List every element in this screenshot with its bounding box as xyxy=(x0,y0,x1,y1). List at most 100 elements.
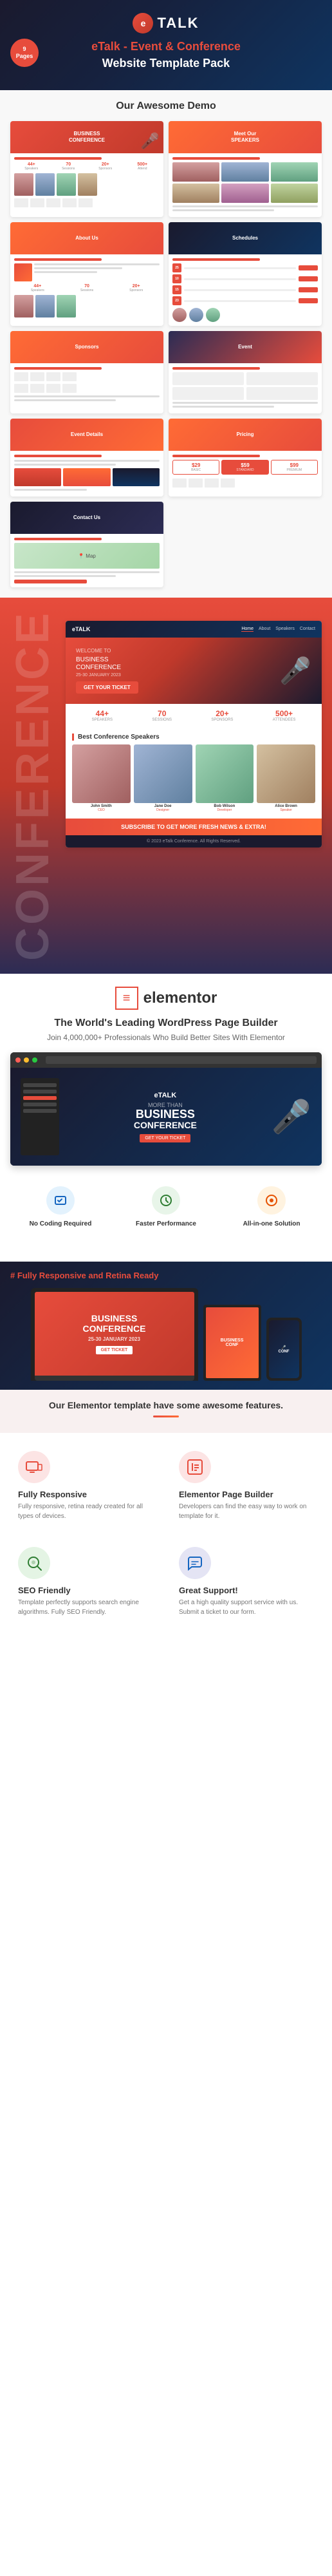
tablet-content: BUSINESSCONF xyxy=(221,1338,244,1347)
hero-logo: e TALK xyxy=(10,13,322,33)
seo-feature-desc: Template perfectly supports search engin… xyxy=(18,1598,153,1617)
demo-card-speakers-preview[interactable]: Meet OurSPEAKERS xyxy=(169,121,322,217)
logo-brand: TALK xyxy=(157,15,199,32)
demo-pricing-text: Pricing xyxy=(234,429,256,440)
about-persons xyxy=(14,295,160,317)
hero-cta-button[interactable]: GET YOUR TICKET xyxy=(76,681,138,694)
speaker-prev-2 xyxy=(221,162,268,182)
demo-schedules-content: 25 10 15 23 xyxy=(169,254,322,326)
mic-icon: 🎤 xyxy=(140,132,160,151)
price-box-3: $99 PREMIUM xyxy=(271,460,318,475)
demo-title: Our Awesome Demo xyxy=(10,100,322,112)
demo-home-persons xyxy=(14,173,160,196)
feature-responsive: Fully Responsive Fully responsive, retin… xyxy=(10,1443,161,1529)
demo-speakers-text: Meet OurSPEAKERS xyxy=(228,128,262,147)
feature-elementor: Elementor Page Builder Developers can fi… xyxy=(171,1443,322,1529)
nav-speakers[interactable]: Speakers xyxy=(275,627,295,632)
demo-card-event[interactable]: Event xyxy=(169,331,322,413)
laptop-screen-content: BUSINESSCONFERENCE 25-30 JANUARY 2023 GE… xyxy=(82,1313,145,1354)
pricing-sponsors xyxy=(172,478,318,488)
tablet-screen: BUSINESSCONF xyxy=(206,1307,259,1378)
feature-support: Great Support! Get a high quality suppor… xyxy=(171,1539,322,1625)
browser-heading2: BUSINESS xyxy=(69,1108,261,1120)
event-details-line3 xyxy=(14,489,87,491)
demo-card-pricing[interactable]: Pricing $29 BASIC $59 STANDARD $99 PREMI… xyxy=(169,419,322,497)
event-detail-img2 xyxy=(63,468,110,486)
device-preview: BUSINESSCONFERENCE 25-30 JANUARY 2023 GE… xyxy=(10,1288,322,1381)
conference-content: eTALK Home About Speakers Contact WELCOM… xyxy=(66,611,332,961)
demo-card-contact[interactable]: Contact Us 📍 Map xyxy=(10,502,163,587)
elementor-feature-icon xyxy=(179,1451,211,1483)
demo-person-1 xyxy=(14,173,33,196)
elementor-feature-desc: Developers can find the easy way to work… xyxy=(179,1502,314,1521)
responsive-feature-title: Fully Responsive xyxy=(18,1490,153,1499)
price-box-2: $59 STANDARD xyxy=(221,460,268,475)
nav-home[interactable]: Home xyxy=(241,627,254,632)
demo-home-bar xyxy=(14,157,102,160)
demo-speakers-header: Meet OurSPEAKERS xyxy=(169,121,322,153)
demo-event-bar xyxy=(172,367,260,370)
nav-about[interactable]: About xyxy=(259,627,270,632)
responsive-section: # Fully Responsive and Retina Ready BUSI… xyxy=(0,1262,332,1390)
demo-card-event-details[interactable]: Event Details xyxy=(10,419,163,497)
best-speakers-section: Best Conference Speakers John Smith CEO … xyxy=(66,727,322,819)
logo-letter: e xyxy=(141,18,146,28)
price-boxes-row: $29 BASIC $59 STANDARD $99 PREMIUM xyxy=(172,460,318,475)
orange-subscribe-bar: SUBSCRIBE TO GET MORE FRESH NEWS & EXTRA… xyxy=(66,819,322,835)
about-text-lines xyxy=(34,263,160,281)
demo-card-home[interactable]: BUSINESSCONFERENCE 🎤 44+ Speakers 70 Ses… xyxy=(10,121,163,217)
demo-card-sponsors[interactable]: Sponsors xyxy=(10,331,163,413)
nav-contact[interactable]: Contact xyxy=(300,627,315,632)
browser-preview: eTALK MORE THAN BUSINESS CONFERENCE GET … xyxy=(10,1052,322,1166)
browser-logo: eTALK xyxy=(69,1092,261,1099)
demo-contact-header: Contact Us xyxy=(10,502,163,534)
demo-event-details-content xyxy=(10,451,163,497)
phone-frame: 🎤CONF xyxy=(266,1318,302,1381)
about-person-3 xyxy=(57,295,76,317)
elementor-tagline: The World's Leading WordPress Page Build… xyxy=(10,1018,322,1029)
sidebar-item-active xyxy=(23,1096,57,1100)
demo-card-schedules[interactable]: Schedules 25 10 15 xyxy=(169,222,322,326)
allinone-icon xyxy=(257,1186,286,1215)
full-page-nav: Home About Speakers Contact xyxy=(241,627,315,632)
stat-attendees: 500+ ATTENDEES xyxy=(273,709,296,722)
about-line-3 xyxy=(34,271,97,273)
schedule-person-2 xyxy=(189,308,203,322)
badge-num: 9 xyxy=(23,46,26,53)
laptop-conf-date: 25-30 JANUARY 2023 xyxy=(82,1336,145,1342)
demo-pricing-content: $29 BASIC $59 STANDARD $99 PREMIUM xyxy=(169,451,322,494)
demo-schedules-text: Schedules xyxy=(230,232,261,244)
bottom-features-section: Fully Responsive Fully responsive, retin… xyxy=(0,1433,332,1635)
browser-sidebar xyxy=(21,1078,59,1155)
elementor-section: ≡ elementor The World's Leading WordPres… xyxy=(0,974,332,1262)
no-coding-label: No Coding Required xyxy=(13,1220,108,1228)
elementor-brand: elementor xyxy=(143,989,217,1007)
demo-pricing-header: Pricing xyxy=(169,419,322,451)
demo-stat-attendees: 500+ Attend xyxy=(125,162,160,171)
hero-mic-icon: 🎤 xyxy=(279,656,311,686)
demo-card-home-content: 44+ Speakers 70 Sessions 20+ Sponsors 50… xyxy=(10,153,163,214)
demo-event-details-bar xyxy=(14,455,102,457)
demo-about-stats: 44+ Speakers 70 Sessions 20+ Sponsors xyxy=(14,284,160,292)
demo-event-content xyxy=(169,363,322,413)
demo-contact-content: 📍 Map xyxy=(10,534,163,587)
demo-about-text: About Us xyxy=(73,232,101,244)
logo-circle: e xyxy=(133,13,153,33)
sidebar-item-3 xyxy=(23,1103,57,1106)
demo-contact-bar xyxy=(14,538,102,540)
sponsor-line2 xyxy=(14,399,116,401)
schedule-row-1: 25 xyxy=(172,263,318,272)
demo-home-stats: 44+ Speakers 70 Sessions 20+ Sponsors 50… xyxy=(14,162,160,171)
event-detail-img1 xyxy=(14,468,61,486)
demo-card-about[interactable]: About Us 44+ Speakers xyxy=(10,222,163,326)
about-stat-2: 70 Sessions xyxy=(64,284,111,292)
demo-contact-text: Contact Us xyxy=(71,512,103,524)
schedule-persons xyxy=(172,308,318,322)
browser-main-content: eTALK MORE THAN BUSINESS CONFERENCE GET … xyxy=(69,1092,261,1142)
sponsor-line xyxy=(14,395,160,397)
responsive-feature-icon xyxy=(18,1451,50,1483)
feature-seo: SEO Friendly Template perfectly supports… xyxy=(10,1539,161,1625)
demo-event-details-header: Event Details xyxy=(10,419,163,451)
stat-sponsors: 20+ SPONSORS xyxy=(211,709,233,722)
sponsors-row-1 xyxy=(14,372,160,381)
